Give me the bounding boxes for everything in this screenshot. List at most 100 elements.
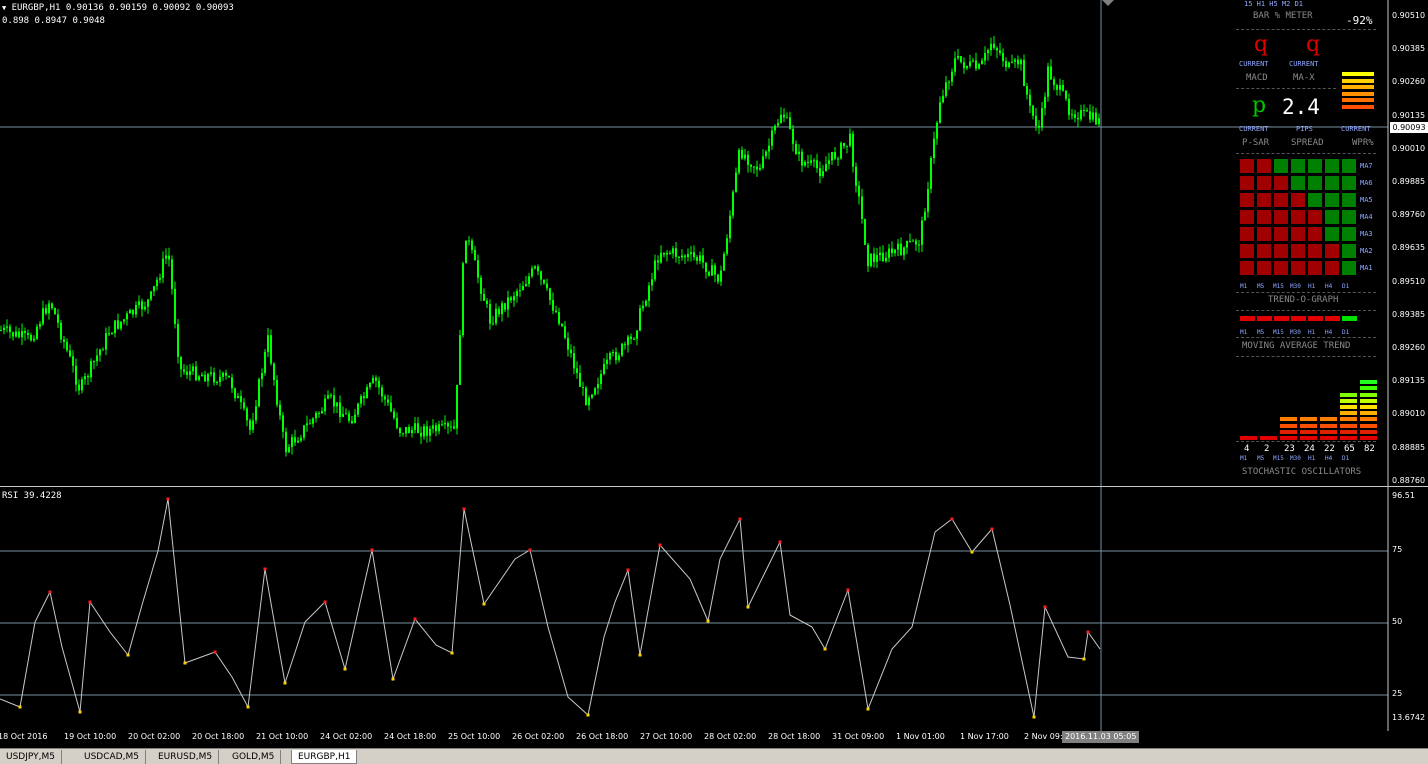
candle xyxy=(375,375,377,388)
rsi-subwindow[interactable]: RSI 39.4228 96.51 75 50 25 13.6742 xyxy=(0,486,1428,731)
candlestick-chart[interactable] xyxy=(0,0,1428,486)
candle xyxy=(873,247,875,268)
candle xyxy=(534,265,536,270)
divider xyxy=(1236,292,1376,293)
stochastic-values: 4 2 23 24 22 65 82 xyxy=(1240,444,1380,454)
timeframe-label: M30 xyxy=(1290,455,1301,462)
candle xyxy=(699,251,701,265)
candle xyxy=(675,242,677,263)
candle xyxy=(27,329,29,340)
candle xyxy=(165,248,167,264)
candle xyxy=(450,420,452,432)
candle xyxy=(582,381,584,396)
candle xyxy=(150,290,152,302)
tab-eurgbp-h1[interactable]: EURGBP,H1 xyxy=(291,750,358,764)
tab-eurusd-m5[interactable]: EURUSD,M5 xyxy=(152,750,220,764)
candle xyxy=(1002,48,1004,67)
stoch-bar-segment xyxy=(1340,436,1357,440)
candle xyxy=(660,245,662,264)
candle xyxy=(1065,89,1067,101)
price-tick-label: 0.89260 xyxy=(1392,343,1426,352)
ma-trend-bar xyxy=(1325,316,1340,321)
tab-usdjpy-m5[interactable]: USDJPY,M5 xyxy=(0,750,62,764)
rsi-trough-marker xyxy=(183,661,187,665)
candle xyxy=(393,408,395,420)
shift-marker-icon[interactable] xyxy=(1102,0,1114,6)
time-tick-label: 18 Oct 2016 xyxy=(0,732,48,741)
dropdown-triangle-icon[interactable]: ▼ xyxy=(2,4,6,12)
timeframe-label: H4 xyxy=(1325,455,1333,462)
candle xyxy=(690,245,692,262)
candle xyxy=(39,321,41,330)
candle xyxy=(387,394,389,407)
rsi-line-chart[interactable] xyxy=(0,487,1428,731)
candle xyxy=(1044,92,1046,116)
stoch-bar-segment xyxy=(1340,392,1357,397)
candle xyxy=(243,397,245,411)
rsi-trough-marker xyxy=(970,550,974,554)
max-current: CURRENT xyxy=(1289,60,1319,68)
trend-graph-title: TREND-O-GRAPH xyxy=(1268,295,1339,305)
candle xyxy=(459,329,461,385)
candle xyxy=(729,210,731,243)
candle xyxy=(159,273,161,284)
candle xyxy=(606,353,608,370)
candle xyxy=(318,411,320,418)
candle xyxy=(801,148,803,172)
rsi-peak-marker xyxy=(846,588,850,592)
timeframe-label: H4 xyxy=(1325,329,1333,336)
candle xyxy=(954,51,956,76)
candle xyxy=(279,400,281,420)
candle xyxy=(114,320,116,338)
spread-unit: PIPS xyxy=(1296,125,1313,133)
trend-cell xyxy=(1274,159,1288,173)
price-tick-label: 0.90010 xyxy=(1392,143,1426,153)
time-tick-label: 20 Oct 18:00 xyxy=(192,732,245,741)
candle xyxy=(420,426,422,444)
wpr-bar-segment xyxy=(1342,98,1374,102)
candle xyxy=(48,300,50,320)
candle xyxy=(1077,112,1079,128)
candle xyxy=(933,131,935,164)
candle xyxy=(1086,107,1088,112)
candle xyxy=(345,408,347,415)
candle xyxy=(537,264,539,276)
trend-cell xyxy=(1257,261,1271,275)
candle xyxy=(1005,57,1007,72)
candle xyxy=(240,390,242,410)
price-chart[interactable]: ▼ EURGBP,H1 0.90136 0.90159 0.90092 0.90… xyxy=(0,0,1428,486)
candle xyxy=(819,161,821,184)
candle xyxy=(984,46,986,65)
candle xyxy=(684,254,686,264)
candle xyxy=(471,238,473,254)
candle xyxy=(957,48,959,61)
tab-usdcad-m5[interactable]: USDCAD,M5 xyxy=(78,750,146,764)
rsi-peak-marker xyxy=(263,567,267,571)
stoch-bar-segment xyxy=(1320,417,1337,422)
candle xyxy=(768,138,770,160)
candle xyxy=(24,327,26,341)
price-tick-label: 0.88885 xyxy=(1392,442,1426,452)
candle xyxy=(888,243,890,263)
candle xyxy=(903,246,905,260)
candle xyxy=(639,304,641,332)
tab-gold-m5[interactable]: GOLD,M5 xyxy=(226,750,282,764)
stoch-bar-segment xyxy=(1360,392,1377,397)
candle xyxy=(189,364,191,381)
candle xyxy=(513,291,515,307)
candle xyxy=(255,399,257,424)
candle xyxy=(42,300,44,326)
rsi-trough-marker xyxy=(1082,657,1086,661)
spread-label: SPREAD xyxy=(1291,138,1324,148)
candle xyxy=(204,370,206,382)
stoch-bar-segment xyxy=(1280,429,1297,434)
candle xyxy=(396,412,398,430)
candle xyxy=(9,324,11,339)
stoch-bar-segment xyxy=(1340,405,1357,409)
candle xyxy=(540,270,542,286)
trend-cell xyxy=(1325,193,1339,207)
candle xyxy=(822,165,824,178)
candle xyxy=(15,326,17,338)
candle xyxy=(1020,58,1022,71)
candle xyxy=(474,245,476,261)
